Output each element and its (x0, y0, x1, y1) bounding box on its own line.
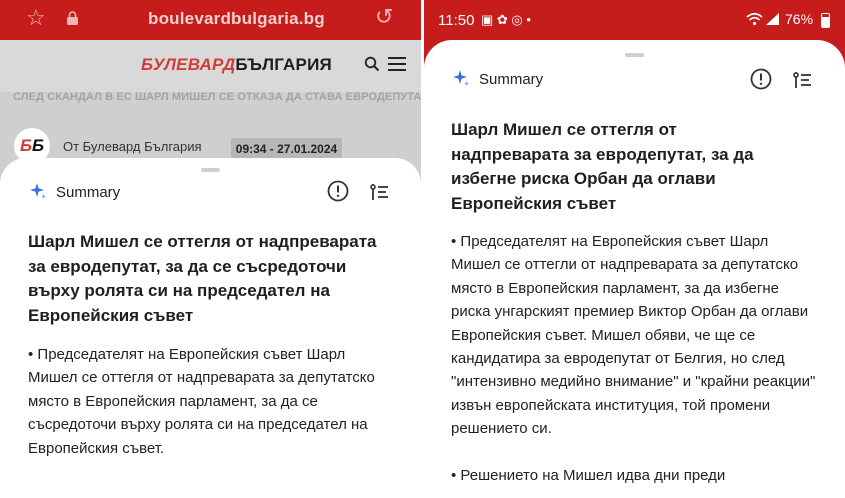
url-text[interactable]: boulevardbulgaria.bg (148, 9, 325, 29)
article-headline: СЛЕД СКАНДАЛ В ЕС ШАРЛ МИШЕЛ СЕ ОТКАЗА Д… (13, 91, 421, 103)
wifi-icon (746, 12, 763, 26)
list-icon[interactable] (793, 70, 813, 90)
sheet-drag-handle[interactable] (201, 168, 220, 172)
author-name[interactable]: От Булевард България (63, 139, 202, 154)
search-icon[interactable] (364, 56, 380, 72)
info-icon[interactable] (327, 180, 349, 202)
reload-icon[interactable]: ↺ (375, 4, 393, 30)
site-header: БУЛЕВАРДБЪЛГАРИЯ (0, 40, 421, 92)
summary-body: • Председателят на Европейския съвет Шар… (451, 230, 821, 487)
battery-icon (821, 13, 830, 28)
badge-part1: Б (19, 136, 32, 155)
summary-body: • Председателят на Европейския съвет Шар… (28, 346, 375, 457)
sparkle-icon (30, 183, 46, 199)
list-icon[interactable] (370, 182, 390, 202)
site-logo[interactable]: БУЛЕВАРДБЪЛГАРИЯ (141, 55, 332, 75)
logo-part2: БЪЛГАРИЯ (235, 55, 332, 74)
right-screenshot: 11:50 ▣ ✿ ◎ • 76% Summary Шарл Мишел се … (424, 0, 845, 498)
summary-sheet: Summary Шарл Мишел се оттегля от надпрев… (424, 40, 845, 498)
signal-icon (766, 13, 779, 25)
notification-icons: ▣ ✿ ◎ • (481, 12, 531, 27)
summary-title: Summary (56, 184, 121, 201)
status-bar: 11:50 ▣ ✿ ◎ • 76% (424, 0, 845, 40)
summary-title: Summary (479, 71, 544, 88)
browser-url-bar: ☆ boulevardbulgaria.bg ↺ (0, 0, 421, 40)
summary-paragraph: • Председателят на Европейския съвет Шар… (451, 233, 816, 438)
info-icon[interactable] (750, 68, 772, 90)
menu-icon[interactable] (388, 57, 406, 71)
battery-percent: 76% (785, 11, 814, 27)
lock-icon (67, 11, 78, 25)
sheet-drag-handle[interactable] (625, 53, 644, 57)
left-screenshot: ☆ boulevardbulgaria.bg ↺ БУЛЕВАРДБЪЛГАРИ… (0, 0, 421, 498)
badge-part2: Б (32, 136, 45, 155)
star-icon[interactable]: ☆ (26, 6, 46, 30)
summary-paragraph-cut: • Решението на Мишел идва дни преди (451, 466, 726, 484)
logo-part1: БУЛЕВАРД (141, 55, 236, 74)
article-datetime: 09:34 - 27.01.2024 (231, 138, 342, 160)
summary-sheet: Summary Шарл Мишел се оттегля от надпрев… (0, 158, 421, 498)
summary-heading: Шарл Мишел се оттегля от надпреварата за… (28, 232, 377, 325)
status-time: 11:50 (438, 12, 475, 29)
sparkle-icon (453, 70, 469, 86)
summary-heading: Шарл Мишел се оттегля от надпреварата за… (451, 120, 754, 213)
